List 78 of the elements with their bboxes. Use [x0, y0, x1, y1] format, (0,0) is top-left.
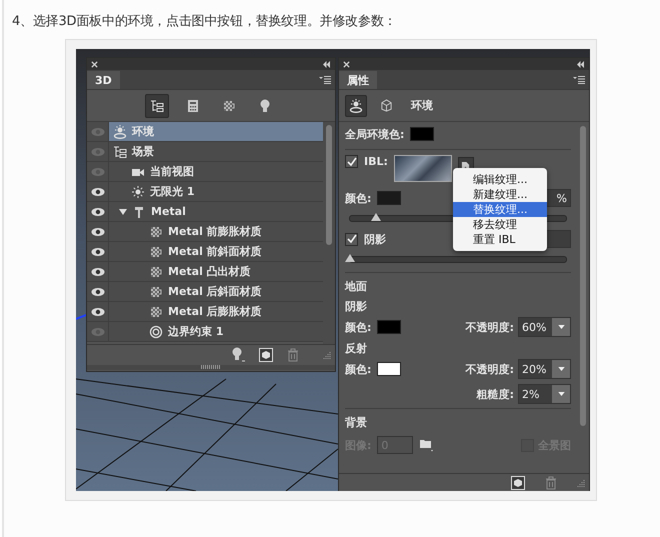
- eye-icon[interactable]: [90, 286, 104, 296]
- instruction-text: 4、选择3D面板中的环境，点击图中按钮，替换纹理。并修改参数：: [12, 13, 396, 30]
- close-icon[interactable]: [343, 60, 350, 68]
- eye-icon[interactable]: [90, 246, 104, 256]
- eye-icon[interactable]: [90, 226, 104, 236]
- resize-grip-icon[interactable]: [577, 479, 585, 487]
- menu-item[interactable]: 移去纹理: [453, 217, 547, 232]
- calculator-icon: [187, 98, 199, 112]
- sun-icon: [131, 184, 145, 198]
- sun-eye-icon: [113, 124, 127, 138]
- collapse-icon[interactable]: [576, 60, 585, 68]
- checker-cup-icon: [149, 284, 163, 298]
- roughness-dropdown[interactable]: 2%: [518, 384, 571, 404]
- menu-item[interactable]: 替换纹理...: [453, 202, 547, 217]
- field-label: 全局环境色:: [345, 126, 404, 142]
- checker-cup-icon: [222, 98, 236, 112]
- cube-house-icon: [380, 99, 392, 112]
- field-label: 颜色:: [345, 362, 372, 376]
- section-title: 背景: [345, 414, 368, 430]
- expand-arrow-icon[interactable]: [119, 208, 127, 216]
- drag-handle[interactable]: [201, 365, 221, 369]
- checker-cup-icon: [149, 224, 163, 238]
- eye-icon[interactable]: [90, 306, 104, 316]
- light-bulb-icon: [259, 98, 271, 112]
- checker-cup-icon: [149, 244, 163, 258]
- menu-item[interactable]: 编辑纹理...: [453, 172, 547, 187]
- field-label: IBL:: [364, 155, 388, 168]
- axis-line: [76, 313, 86, 321]
- section-title: 阴影: [345, 298, 368, 314]
- panel-menu-icon[interactable]: [319, 76, 331, 84]
- checker-cup-icon: [149, 264, 163, 278]
- photo-placeholder: [394, 155, 452, 182]
- checker-cup-icon: [149, 304, 163, 318]
- collapse-icon[interactable]: [322, 60, 331, 68]
- cube-icon[interactable]: [259, 348, 273, 362]
- mode-button[interactable]: [345, 94, 367, 116]
- opacity-dropdown[interactable]: 60%: [518, 317, 571, 337]
- caret-icon: [558, 392, 564, 396]
- caret-icon: [558, 367, 564, 371]
- light-bulb-icon[interactable]: [231, 347, 245, 363]
- color-swatch[interactable]: [377, 191, 402, 205]
- eye-icon[interactable]: [90, 206, 104, 216]
- resize-grip-icon[interactable]: [323, 351, 331, 359]
- close-icon[interactable]: [91, 60, 98, 68]
- pin-icon: [132, 204, 146, 218]
- eye-icon[interactable]: [90, 186, 104, 196]
- section-title: 地面: [345, 278, 368, 294]
- ring-icon: [149, 324, 163, 338]
- tree-list-icon: [150, 98, 164, 112]
- slider-thumb[interactable]: [370, 213, 381, 221]
- color-swatch[interactable]: [410, 127, 434, 141]
- panel-tab[interactable]: 3D: [87, 71, 120, 89]
- menu-item[interactable]: 重置 IBL: [453, 232, 547, 247]
- tree-list-icon: [113, 144, 127, 158]
- scrollbar-thumb[interactable]: [580, 126, 586, 426]
- checkbox[interactable]: [345, 155, 358, 168]
- section-title: 反射: [345, 340, 368, 356]
- sun-eye-icon: [349, 98, 363, 112]
- slider-thumb[interactable]: [345, 254, 355, 262]
- panel-tab[interactable]: 属性: [339, 71, 377, 89]
- color-swatch[interactable]: [377, 320, 402, 334]
- field-label: 颜色:: [345, 190, 372, 206]
- cube-icon[interactable]: [511, 476, 525, 490]
- folder-icon[interactable]: [419, 438, 434, 452]
- panel-menu-icon[interactable]: [573, 76, 585, 84]
- caret-icon: [558, 325, 564, 329]
- opacity-dropdown[interactable]: 20%: [518, 359, 571, 379]
- field-label: 颜色:: [345, 320, 372, 334]
- color-swatch[interactable]: [377, 362, 402, 376]
- checkbox[interactable]: [345, 232, 358, 246]
- eye-icon[interactable]: [90, 266, 104, 276]
- field-label: 粗糙度:: [476, 386, 514, 402]
- field-label: 阴影: [364, 232, 386, 246]
- field-label: 不透明度:: [466, 320, 514, 334]
- scrollbar-thumb[interactable]: [326, 125, 332, 245]
- panel-heading: 环境: [411, 98, 433, 113]
- field-label: 不透明度:: [466, 362, 514, 376]
- filter-button[interactable]: [145, 94, 169, 118]
